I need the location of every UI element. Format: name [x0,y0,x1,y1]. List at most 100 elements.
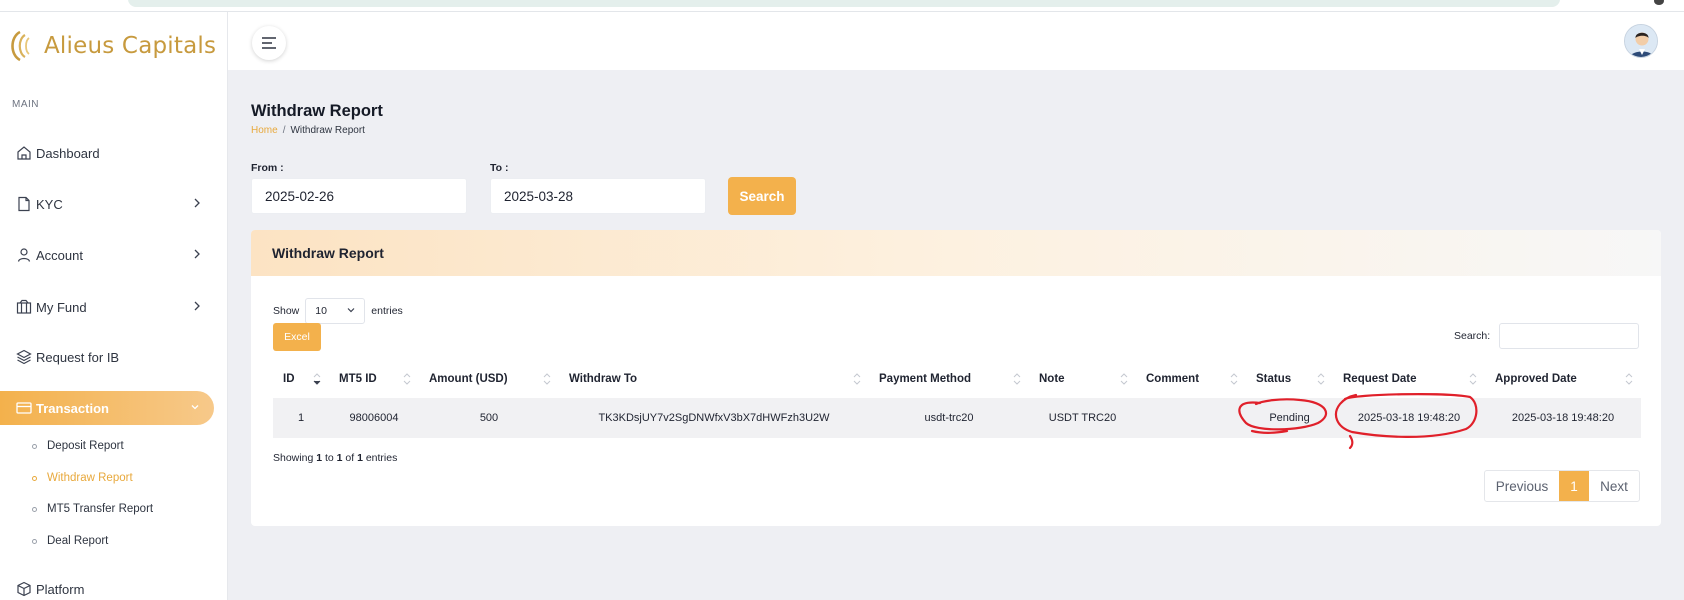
table-search-input[interactable] [1499,323,1639,349]
sidebar-item-account[interactable]: Account [0,238,228,272]
sort-desc-icon [313,373,321,385]
column-header-mt5-id[interactable]: MT5 ID [329,360,419,398]
sort-icon [403,373,411,385]
sidebar-subitem-mt5-transfer-report[interactable]: MT5 Transfer Report [32,503,153,515]
chevron-down-icon [347,308,355,313]
column-header-request-date[interactable]: Request Date [1333,360,1485,398]
chevron-right-icon [194,249,200,259]
cell-amount: 500 [419,398,559,438]
wallet-icon [16,299,32,315]
sidebar-item-transaction[interactable]: Transaction [0,391,214,425]
column-header-note[interactable]: Note [1029,360,1136,398]
brand-mark-icon [11,30,30,62]
sidebar-item-my-fund[interactable]: My Fund [0,290,228,324]
cell-mt5-id: 98006004 [329,398,419,438]
home-icon [16,145,32,161]
chevron-right-icon [194,198,200,208]
sidebar-subitem-label: Deposit Report [47,440,124,452]
pagination-previous-button[interactable]: Previous [1485,471,1559,501]
sidebar-item-label: My Fund [36,299,87,315]
browser-top-strip [0,0,1684,12]
entries-length-control: Show 10 entries [273,298,403,324]
from-date-input[interactable] [251,178,467,214]
sidebar-item-platform[interactable]: Platform [0,572,228,600]
cell-status: Pending [1246,398,1333,438]
sidebar-item-request-for-ib[interactable]: Request for IB [0,340,228,374]
hamburger-icon [262,37,276,49]
breadcrumb: Home / Withdraw Report [251,125,365,136]
breadcrumb-separator: / [282,125,286,136]
search-button[interactable]: Search [728,177,796,215]
sidebar-item-label: Transaction [36,400,109,416]
column-header-withdraw-to[interactable]: Withdraw To [559,360,869,398]
cell-payment-method: usdt-trc20 [869,398,1029,438]
user-icon [16,247,32,263]
browser-icon [1654,0,1664,5]
sort-icon [853,373,861,385]
column-header-comment[interactable]: Comment [1136,360,1246,398]
sort-icon [1120,373,1128,385]
sidebar-subitem-label: Deal Report [47,535,109,547]
entries-select[interactable]: 10 [305,298,366,324]
sort-icon [1469,373,1477,385]
column-header-payment-method[interactable]: Payment Method [869,360,1029,398]
box-icon [16,581,32,597]
card-icon [16,400,32,416]
chevron-down-icon [191,405,199,410]
menu-toggle-button[interactable] [252,26,286,60]
table-header-row: ID MT5 ID Amount (USD) Withdraw To Payme… [273,360,1641,398]
cell-request-date: 2025-03-18 19:48:20 [1333,398,1485,438]
pagination-next-button[interactable]: Next [1589,471,1639,501]
cell-withdraw-to: TK3KDsjUY7v2SgDNWfxV3bX7dHWFzh3U2W [559,398,869,438]
cell-note: USDT TRC20 [1029,398,1136,438]
pagination-page-1-button[interactable]: 1 [1559,471,1589,501]
sidebar-subitem-label: Withdraw Report [47,472,133,484]
table-row: 1 98006004 500 TK3KDsjUY7v2SgDNWfxV3bX7d… [273,398,1641,438]
cell-id: 1 [273,398,329,438]
layers-icon [16,349,32,365]
brand-name: Alieus Capitals [44,33,217,59]
sidebar-subitem-withdraw-report[interactable]: Withdraw Report [32,472,133,484]
withdraw-report-table: ID MT5 ID Amount (USD) Withdraw To Payme… [273,360,1641,438]
entries-label: entries [371,305,403,317]
cell-approved-date: 2025-03-18 19:48:20 [1485,398,1641,438]
sidebar-item-kyc[interactable]: KYC [0,187,228,221]
show-label: Show [273,305,300,317]
to-date-input[interactable] [490,178,706,214]
bullet-icon [32,443,37,449]
pagination: Previous 1 Next [1484,470,1640,502]
bullet-icon [32,506,37,512]
sidebar-subitem-deposit-report[interactable]: Deposit Report [32,440,124,452]
sidebar-item-dashboard[interactable]: Dashboard [0,136,228,170]
brand-logo[interactable]: Alieus Capitals [6,28,216,64]
breadcrumb-current: Withdraw Report [290,125,365,136]
bullet-icon [32,538,37,544]
bullet-icon [32,475,37,481]
table-search-label: Search: [1454,330,1491,342]
page-title: Withdraw Report [251,102,383,120]
sidebar-item-label: Platform [36,581,85,597]
breadcrumb-home-link[interactable]: Home [251,125,278,136]
avatar-icon [1625,25,1657,57]
sidebar-item-label: Account [36,247,83,263]
file-icon [16,196,32,212]
column-header-id[interactable]: ID [273,360,329,398]
sort-icon [1013,373,1021,385]
chevron-right-icon [194,301,200,311]
sidebar-subitem-label: MT5 Transfer Report [47,503,154,515]
column-header-status[interactable]: Status [1246,360,1333,398]
column-header-amount[interactable]: Amount (USD) [419,360,559,398]
withdraw-report-card: Withdraw Report Show 10 entries Excel Se… [251,230,1661,526]
column-header-approved-date[interactable]: Approved Date [1485,360,1641,398]
user-avatar[interactable] [1624,24,1658,58]
sort-icon [1317,373,1325,385]
excel-export-button[interactable]: Excel [273,323,321,351]
sidebar-item-label: Dashboard [36,145,100,161]
sidebar-subitem-deal-report[interactable]: Deal Report [32,535,108,547]
address-bar-edge [128,0,1560,7]
from-label: From : [251,162,284,174]
sidebar-item-label: Request for IB [36,349,120,365]
sidebar-item-label: KYC [36,196,63,212]
top-header [228,12,1684,70]
sidebar-section-label: MAIN [12,99,39,110]
